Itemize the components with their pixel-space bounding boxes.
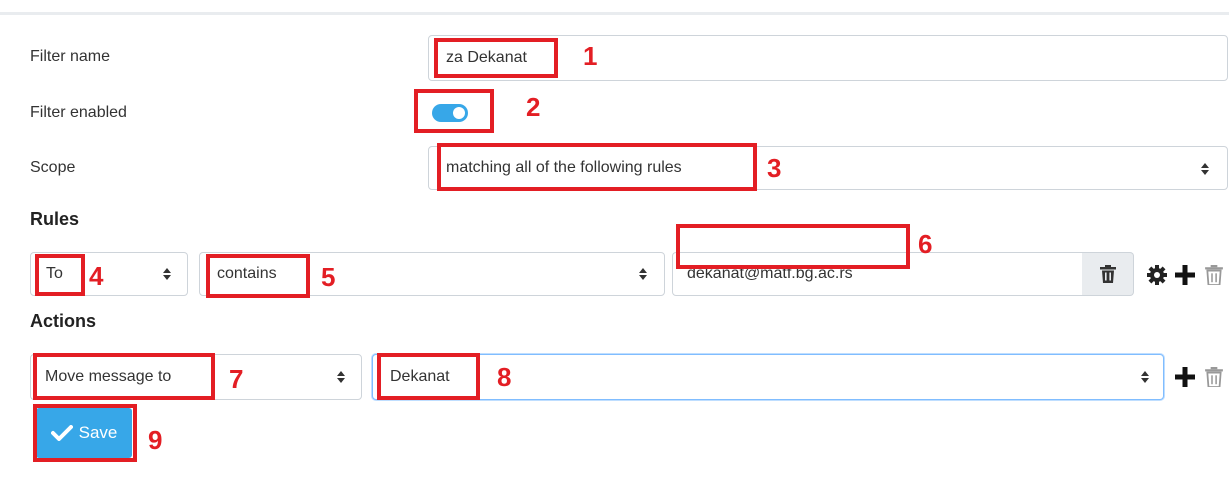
annotation-box-7 bbox=[33, 353, 215, 400]
annotation-box-8 bbox=[377, 353, 480, 400]
annotation-number-6: 6 bbox=[918, 229, 933, 259]
trash-icon[interactable] bbox=[1205, 265, 1223, 285]
annotation-number-8: 8 bbox=[497, 362, 512, 392]
annotation-number-4: 4 bbox=[89, 261, 104, 291]
annotation-number-3: 3 bbox=[767, 153, 782, 183]
annotation-box-5 bbox=[206, 254, 310, 298]
up-down-caret-icon bbox=[639, 268, 647, 280]
annotation-number-5: 5 bbox=[321, 262, 336, 292]
action-folder-select[interactable]: Dekanat bbox=[372, 354, 1164, 400]
actions-heading: Actions bbox=[30, 311, 97, 331]
up-down-caret-icon bbox=[337, 371, 345, 383]
top-divider bbox=[0, 12, 1229, 15]
rules-heading: Rules bbox=[30, 209, 80, 229]
annotation-box-1 bbox=[434, 38, 558, 78]
annotation-box-4 bbox=[35, 254, 85, 296]
annotation-box-2 bbox=[414, 89, 494, 133]
annotation-box-3 bbox=[437, 143, 757, 191]
filter-name-label: Filter name bbox=[30, 48, 111, 65]
annotation-number-1: 1 bbox=[583, 41, 598, 71]
annotation-box-6 bbox=[676, 224, 910, 269]
annotation-box-9 bbox=[33, 404, 137, 462]
annotation-number-9: 9 bbox=[148, 425, 163, 455]
annotation-number-7: 7 bbox=[229, 364, 244, 394]
up-down-caret-icon bbox=[163, 268, 171, 280]
plus-icon[interactable] bbox=[1174, 264, 1196, 286]
up-down-caret-icon bbox=[1201, 163, 1209, 175]
rule-delete-button[interactable] bbox=[1082, 252, 1134, 296]
annotation-number-2: 2 bbox=[526, 92, 541, 122]
scope-label: Scope bbox=[30, 159, 76, 176]
up-down-caret-icon bbox=[1141, 371, 1149, 383]
trash-icon bbox=[1099, 265, 1116, 283]
trash-icon[interactable] bbox=[1205, 367, 1223, 387]
filter-enabled-label: Filter enabled bbox=[30, 104, 127, 121]
plus-icon[interactable] bbox=[1174, 366, 1196, 388]
gear-icon[interactable] bbox=[1147, 265, 1167, 285]
